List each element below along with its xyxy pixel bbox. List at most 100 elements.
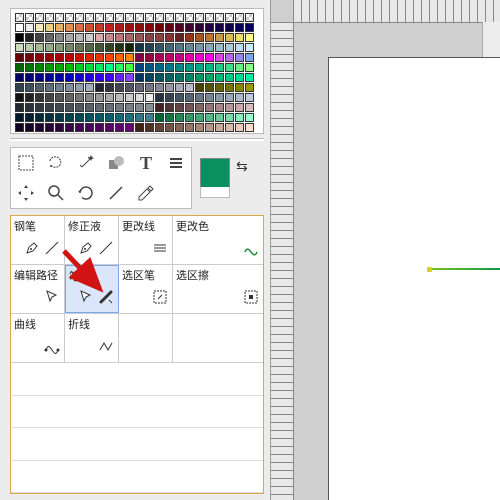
swatch[interactable] (15, 13, 24, 22)
swatch[interactable] (55, 93, 64, 102)
swatch[interactable] (95, 23, 104, 32)
swatch[interactable] (195, 123, 204, 132)
swatch[interactable] (175, 43, 184, 52)
swatch[interactable] (155, 123, 164, 132)
swatch[interactable] (75, 73, 84, 82)
swatch[interactable] (195, 53, 204, 62)
swatch[interactable] (95, 13, 104, 22)
swatch[interactable] (225, 13, 234, 22)
subtool-选区擦[interactable]: 选区擦 (173, 265, 263, 313)
swatch[interactable] (185, 123, 194, 132)
swatch[interactable] (15, 43, 24, 52)
swatch[interactable] (125, 43, 134, 52)
tool-rect-select[interactable] (11, 148, 41, 178)
swatch[interactable] (125, 23, 134, 32)
swatch[interactable] (135, 73, 144, 82)
swatch[interactable] (165, 23, 174, 32)
swatch[interactable] (85, 43, 94, 52)
swatch[interactable] (15, 33, 24, 42)
swatch[interactable] (45, 113, 54, 122)
swatch[interactable] (165, 93, 174, 102)
swatch[interactable] (185, 113, 194, 122)
swatch[interactable] (145, 83, 154, 92)
swatch[interactable] (185, 63, 194, 72)
swatch[interactable] (125, 123, 134, 132)
swatch[interactable] (15, 23, 24, 32)
swatch[interactable] (155, 33, 164, 42)
swatch[interactable] (75, 13, 84, 22)
swatch[interactable] (65, 83, 74, 92)
swatch[interactable] (65, 33, 74, 42)
swatch[interactable] (55, 13, 64, 22)
swatch[interactable] (245, 113, 254, 122)
swatch[interactable] (145, 43, 154, 52)
swatch[interactable] (45, 73, 54, 82)
swatch[interactable] (75, 23, 84, 32)
swatch[interactable] (55, 113, 64, 122)
canvas[interactable] (329, 58, 500, 500)
swatch[interactable] (115, 93, 124, 102)
swatch[interactable] (205, 103, 214, 112)
swatch[interactable] (205, 23, 214, 32)
swatch[interactable] (175, 113, 184, 122)
swatch[interactable] (45, 83, 54, 92)
swatch[interactable] (215, 123, 224, 132)
swatch[interactable] (55, 73, 64, 82)
swatch[interactable] (235, 83, 244, 92)
swatch[interactable] (105, 123, 114, 132)
swatch[interactable] (115, 23, 124, 32)
swatch[interactable] (175, 33, 184, 42)
swatch[interactable] (185, 13, 194, 22)
swatch[interactable] (15, 93, 24, 102)
swatch[interactable] (65, 13, 74, 22)
swatch[interactable] (65, 73, 74, 82)
subtool-更改色[interactable]: 更改色 (173, 216, 263, 264)
tool-line[interactable] (101, 178, 131, 208)
swatch[interactable] (205, 123, 214, 132)
swatch[interactable] (115, 73, 124, 82)
subtool-钢笔[interactable]: 钢笔 (11, 216, 65, 264)
swatch[interactable] (15, 73, 24, 82)
swatch[interactable] (215, 73, 224, 82)
swatch[interactable] (225, 73, 234, 82)
swatch[interactable] (25, 103, 34, 112)
swatch[interactable] (65, 103, 74, 112)
swatch[interactable] (45, 23, 54, 32)
swatch[interactable] (135, 113, 144, 122)
swatch[interactable] (85, 63, 94, 72)
swatch[interactable] (35, 83, 44, 92)
swatch[interactable] (205, 83, 214, 92)
swatch[interactable] (155, 103, 164, 112)
swatch[interactable] (75, 83, 84, 92)
swatch[interactable] (85, 93, 94, 102)
swatch[interactable] (175, 93, 184, 102)
swatch[interactable] (245, 13, 254, 22)
subtool-编辑路径[interactable]: 编辑路径 (11, 265, 65, 313)
swatch[interactable] (75, 63, 84, 72)
swatch[interactable] (195, 83, 204, 92)
swatch[interactable] (45, 13, 54, 22)
swatch[interactable] (65, 23, 74, 32)
swatch[interactable] (25, 63, 34, 72)
swatch[interactable] (85, 83, 94, 92)
swatch[interactable] (85, 13, 94, 22)
swatch[interactable] (85, 53, 94, 62)
swatch[interactable] (165, 73, 174, 82)
swatch[interactable] (205, 13, 214, 22)
swatch[interactable] (215, 63, 224, 72)
swatch[interactable] (175, 73, 184, 82)
swatch[interactable] (15, 63, 24, 72)
swatch[interactable] (15, 83, 24, 92)
swatch[interactable] (115, 13, 124, 22)
swatch[interactable] (95, 113, 104, 122)
swatch[interactable] (145, 93, 154, 102)
swatch[interactable] (165, 113, 174, 122)
swatch[interactable] (125, 113, 134, 122)
swatch[interactable] (245, 93, 254, 102)
tool-eyedropper[interactable] (131, 178, 161, 208)
swatch[interactable] (125, 63, 134, 72)
tool-zoom[interactable] (41, 178, 71, 208)
swatch[interactable] (245, 23, 254, 32)
swatch[interactable] (185, 83, 194, 92)
swatch[interactable] (115, 103, 124, 112)
